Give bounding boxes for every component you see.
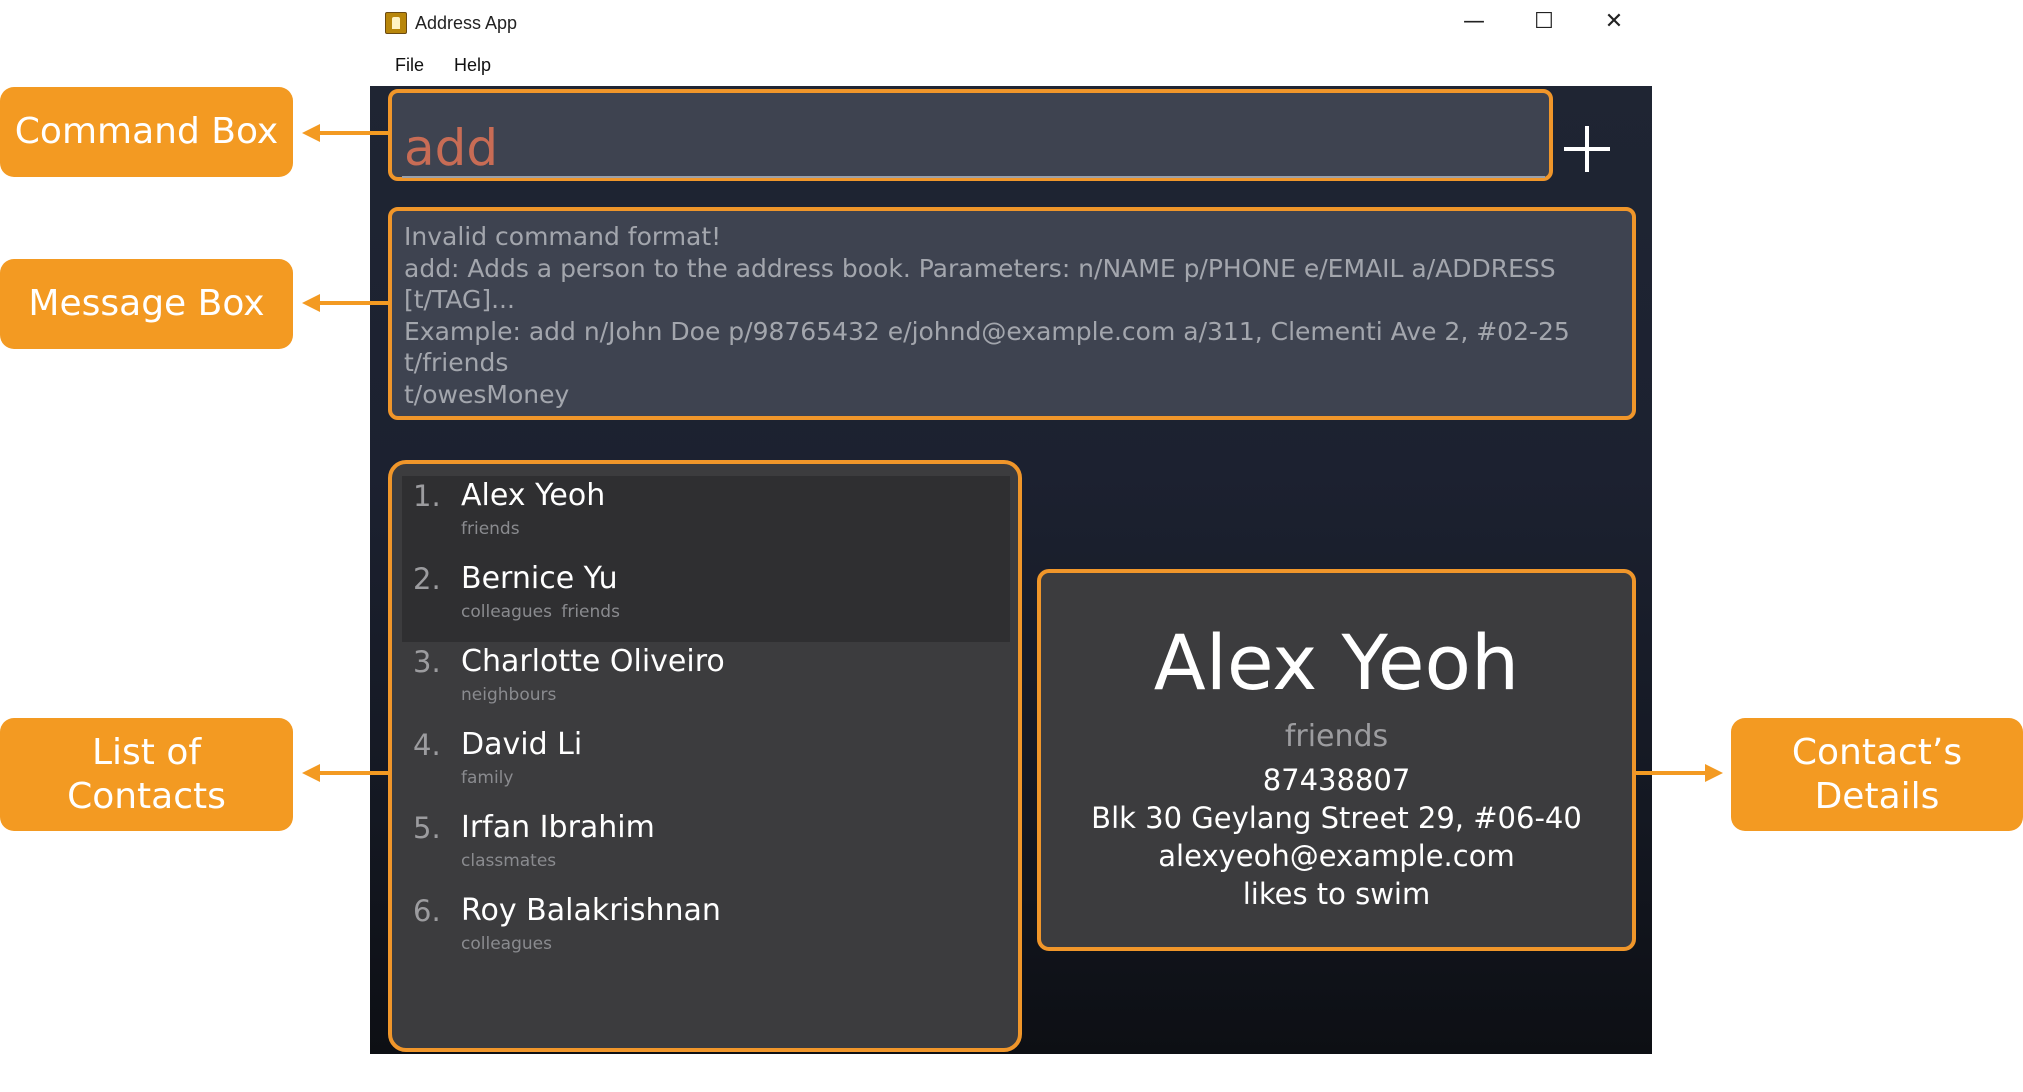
contact-tags: family [461, 768, 514, 788]
menu-help[interactable]: Help [454, 54, 491, 76]
arrow-line [318, 131, 390, 135]
contact-index: 5. [413, 811, 441, 845]
status-file-path: ./data/addressbook.xml [1469, 1061, 1645, 1080]
callout-contact-details: Contact’s Details [1731, 718, 2023, 831]
detail-address: Blk 30 Geylang Street 29, #06-40 [1091, 801, 1582, 835]
contact-tags: friends [461, 519, 520, 539]
message-text: Invalid command format! add: Adds a pers… [404, 222, 1570, 409]
callout-command-box: Command Box [0, 87, 293, 177]
status-sync: Not updated yet in this session [377, 1061, 609, 1080]
contact-index: 2. [413, 562, 441, 596]
callout-message-box: Message Box [0, 259, 293, 349]
plus-icon[interactable] [1564, 126, 1610, 172]
contact-index: 6. [413, 894, 441, 928]
detail-tags: friends [1284, 719, 1389, 754]
arrow-line [1636, 771, 1715, 775]
command-box[interactable] [388, 89, 1553, 181]
contact-name[interactable]: Irfan Ibrahim [461, 810, 655, 846]
contact-tags: colleagues [461, 934, 552, 954]
arrow-right-icon [1705, 764, 1723, 782]
contact-tags: neighbours [461, 685, 557, 705]
maximize-button[interactable]: ☐ [1522, 6, 1566, 38]
callout-list-of-contacts: List of Contacts [0, 718, 293, 831]
close-button[interactable]: ✕ [1592, 6, 1636, 38]
contact-name[interactable]: Roy Balakrishnan [461, 893, 721, 929]
contact-index: 3. [413, 645, 441, 679]
detail-name: Alex Yeoh [1153, 618, 1520, 707]
command-input[interactable]: add [404, 118, 498, 178]
contact-name[interactable]: Charlotte Oliveiro [461, 644, 725, 680]
contact-index: 1. [413, 479, 441, 513]
contact-tags: classmates [461, 851, 557, 871]
app-icon [385, 12, 407, 34]
arrow-line [318, 301, 390, 305]
window-title: Address App [415, 13, 518, 33]
contact-name[interactable]: Alex Yeoh [461, 478, 605, 514]
detail-email: alexyeoh@example.com [1158, 839, 1515, 873]
detail-phone: 87438807 [1262, 763, 1411, 797]
command-input-underline [402, 176, 1545, 178]
arrow-line [318, 771, 390, 775]
contact-index: 4. [413, 728, 441, 762]
contact-name[interactable]: David Li [461, 727, 582, 763]
contact-tags: colleagues friends [461, 602, 620, 622]
minimize-button[interactable]: — [1452, 6, 1496, 38]
menu-bar: File Help [370, 46, 1652, 86]
menu-file[interactable]: File [395, 54, 424, 76]
detail-remark: likes to swim [1242, 877, 1431, 911]
contact-name[interactable]: Bernice Yu [461, 561, 618, 597]
